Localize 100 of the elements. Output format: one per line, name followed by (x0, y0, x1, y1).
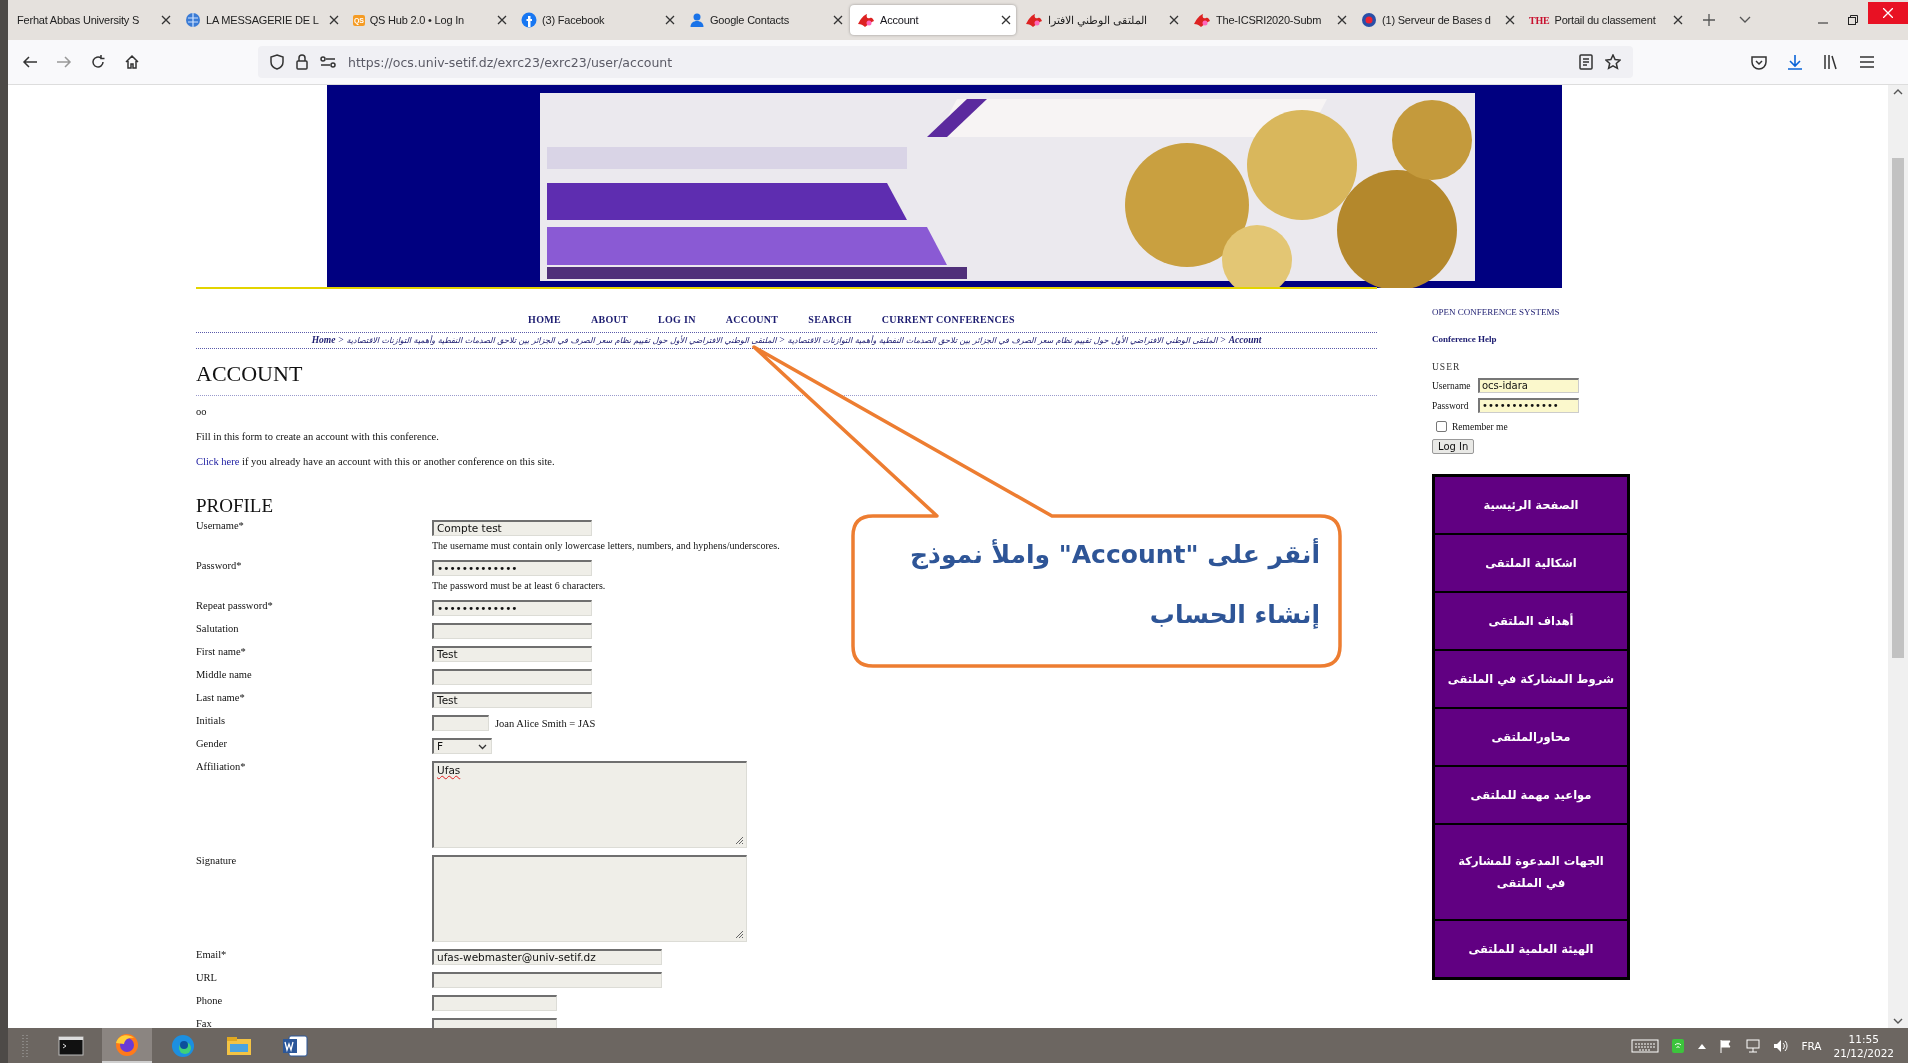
breadcrumb-current: Account (1228, 335, 1262, 345)
field-label: Fax (196, 1018, 213, 1028)
breadcrumb-separator: > (1218, 335, 1228, 345)
scrollbar-thumb[interactable] (1892, 158, 1904, 658)
close-icon[interactable] (665, 15, 675, 25)
new-tab-icon[interactable] (1702, 13, 1716, 27)
menu-item[interactable]: الهيئة العلمية للملتقى (1435, 921, 1627, 977)
nav-link[interactable]: ABOUT (591, 314, 629, 325)
input-field[interactable] (432, 972, 662, 988)
close-icon[interactable] (1337, 15, 1347, 25)
browser-tab[interactable]: الملتقى الوطني الافترا (1018, 5, 1184, 35)
close-icon[interactable] (329, 15, 339, 25)
clock-date[interactable]: 21/12/2022 (1833, 1045, 1894, 1060)
home-icon[interactable] (124, 54, 140, 70)
breadcrumb-link[interactable]: Home (311, 335, 336, 345)
caret-icon (478, 743, 487, 750)
menu-item[interactable]: اشكالية الملتقى (1435, 535, 1627, 591)
close-icon[interactable] (1505, 15, 1515, 25)
pocket-icon[interactable] (1751, 54, 1767, 70)
field-label: Phone (196, 995, 224, 1008)
resize-grip-icon (734, 929, 744, 939)
input-field[interactable] (432, 623, 592, 639)
breadcrumb-separator: > (777, 335, 787, 345)
nav-link[interactable]: ACCOUNT (725, 314, 779, 325)
reload-icon[interactable] (90, 54, 106, 70)
field-label: Password* (196, 560, 243, 573)
browser-tab[interactable]: The-ICSRI2020-Subm (1186, 5, 1352, 35)
flag-icon[interactable] (1719, 1038, 1734, 1053)
text-area[interactable]: Ufas (432, 761, 747, 848)
callout-text: أنقر على "Account" واملأ نموذج إنشاء الحساب (909, 537, 1320, 631)
text-area[interactable] (432, 855, 747, 942)
field-label: Initials (196, 715, 227, 728)
input-field[interactable]: ufas-webmaster@univ-setif.dz (432, 949, 662, 965)
section-heading: PROFILE (196, 495, 275, 517)
menu-item[interactable]: محاورالملتقى (1435, 709, 1627, 765)
menu-item[interactable]: مواعيد مهمة للملتقى (1435, 767, 1627, 823)
breadcrumb-link[interactable]: الملتقى الوطني الافتراضي الأول حول تقييم نظام سعر الصرف في الجزائر بين تلاحق الصدمات النفطية وأهمية التوازنات الاقتصادية (787, 336, 1218, 345)
menu-item[interactable]: شروط المشاركة في الملتقى (1435, 651, 1627, 707)
username-field[interactable]: ocs-idara (1478, 378, 1579, 393)
permissions-icon (320, 56, 336, 68)
input-field[interactable]: Compte test (432, 520, 592, 536)
star-icon[interactable] (1605, 54, 1621, 70)
clock-time[interactable]: 11:55 (1848, 1031, 1879, 1046)
library-icon[interactable] (1823, 54, 1839, 70)
keyboard-icon[interactable] (1631, 1037, 1660, 1054)
close-icon[interactable] (1001, 15, 1011, 25)
menu-item[interactable]: أهداف الملتقى (1435, 593, 1627, 649)
log-in-button[interactable]: Log In (1432, 439, 1475, 454)
browser-tab[interactable]: LA MESSAGERIE DE L (178, 5, 344, 35)
field-label: Username* (196, 520, 245, 533)
nav-link[interactable]: LOG IN (658, 314, 696, 325)
sidebar-link[interactable]: OPEN CONFERENCE SYSTEMS (1432, 307, 1630, 317)
restore-icon[interactable] (1848, 15, 1858, 25)
input-field[interactable] (432, 995, 557, 1011)
menu-icon[interactable] (1859, 54, 1875, 70)
gender-select[interactable]: F (432, 738, 492, 754)
field-label: Password (1432, 400, 1470, 411)
breadcrumb-link[interactable]: الملتقى الوطني الافتراضي الأول حول تقييم نظام سعر الصرف في الجزائر بين تلاحق الصدمات النفطية وأهمية التوازنات الاقتصادية (346, 336, 777, 345)
close-icon[interactable] (833, 15, 843, 25)
browser-tab[interactable]: Account (850, 5, 1016, 35)
sidebar-link[interactable]: Conference Help (1432, 334, 1630, 344)
document-app-icon (281, 1032, 309, 1059)
language-indicator[interactable]: FRA (1801, 1039, 1822, 1052)
browser-tab[interactable]: Google Contacts (682, 5, 848, 35)
close-window-button[interactable] (1868, 2, 1908, 24)
input-field[interactable]: Test (432, 692, 592, 708)
close-icon[interactable] (1169, 15, 1179, 25)
sidebar-heading: USER (1432, 362, 1462, 372)
back-icon[interactable] (22, 54, 38, 70)
nav-link[interactable]: SEARCH (808, 314, 852, 325)
input-field[interactable]: ••••••••••••• (432, 560, 592, 576)
menu-item[interactable]: الجهات المدعوة للمشاركة في الملتقى (1435, 825, 1627, 919)
speaker-icon[interactable] (1773, 1038, 1790, 1053)
input-field[interactable]: ••••••••••••• (432, 600, 592, 616)
close-icon[interactable] (1673, 15, 1683, 25)
close-icon[interactable] (497, 15, 507, 25)
browser-tab[interactable]: THE Portail du classement (1522, 5, 1688, 35)
browser-tab[interactable]: Ferhat Abbas University S (10, 5, 176, 35)
input-field[interactable] (432, 669, 592, 685)
forward-icon[interactable] (56, 54, 72, 70)
wifi-icon[interactable] (1671, 1037, 1686, 1054)
browser-tab[interactable]: (1) Serveur de Bases d (1354, 5, 1520, 35)
password-field[interactable]: ••••••••••••• (1478, 398, 1579, 413)
close-icon[interactable] (161, 15, 171, 25)
address-bar[interactable]: https://ocs.univ-setif.dz/exrc23/exrc23/user/account (258, 46, 1633, 78)
nav-link[interactable]: CURRENT CONFERENCES (881, 314, 1015, 325)
remember-checkbox[interactable] (1436, 421, 1447, 432)
caret-icon[interactable] (1738, 15, 1752, 25)
reader-view-icon[interactable] (1579, 54, 1593, 70)
download-icon[interactable] (1787, 54, 1803, 70)
input-field[interactable]: Test (432, 646, 592, 662)
browser-tab[interactable]: (3) Facebook (514, 5, 680, 35)
menu-item[interactable]: الصفحة الرئيسية (1435, 477, 1627, 533)
field-label: Email* (196, 949, 228, 962)
network-icon[interactable] (1745, 1038, 1762, 1053)
url-text: https://ocs.univ-setif.dz/exrc23/exrc23/user/account (348, 54, 674, 70)
input-field[interactable] (432, 715, 489, 731)
close-icon (1883, 8, 1893, 18)
click-here-link[interactable]: Click here (196, 456, 240, 467)
nav-link[interactable]: HOME (528, 314, 561, 325)
